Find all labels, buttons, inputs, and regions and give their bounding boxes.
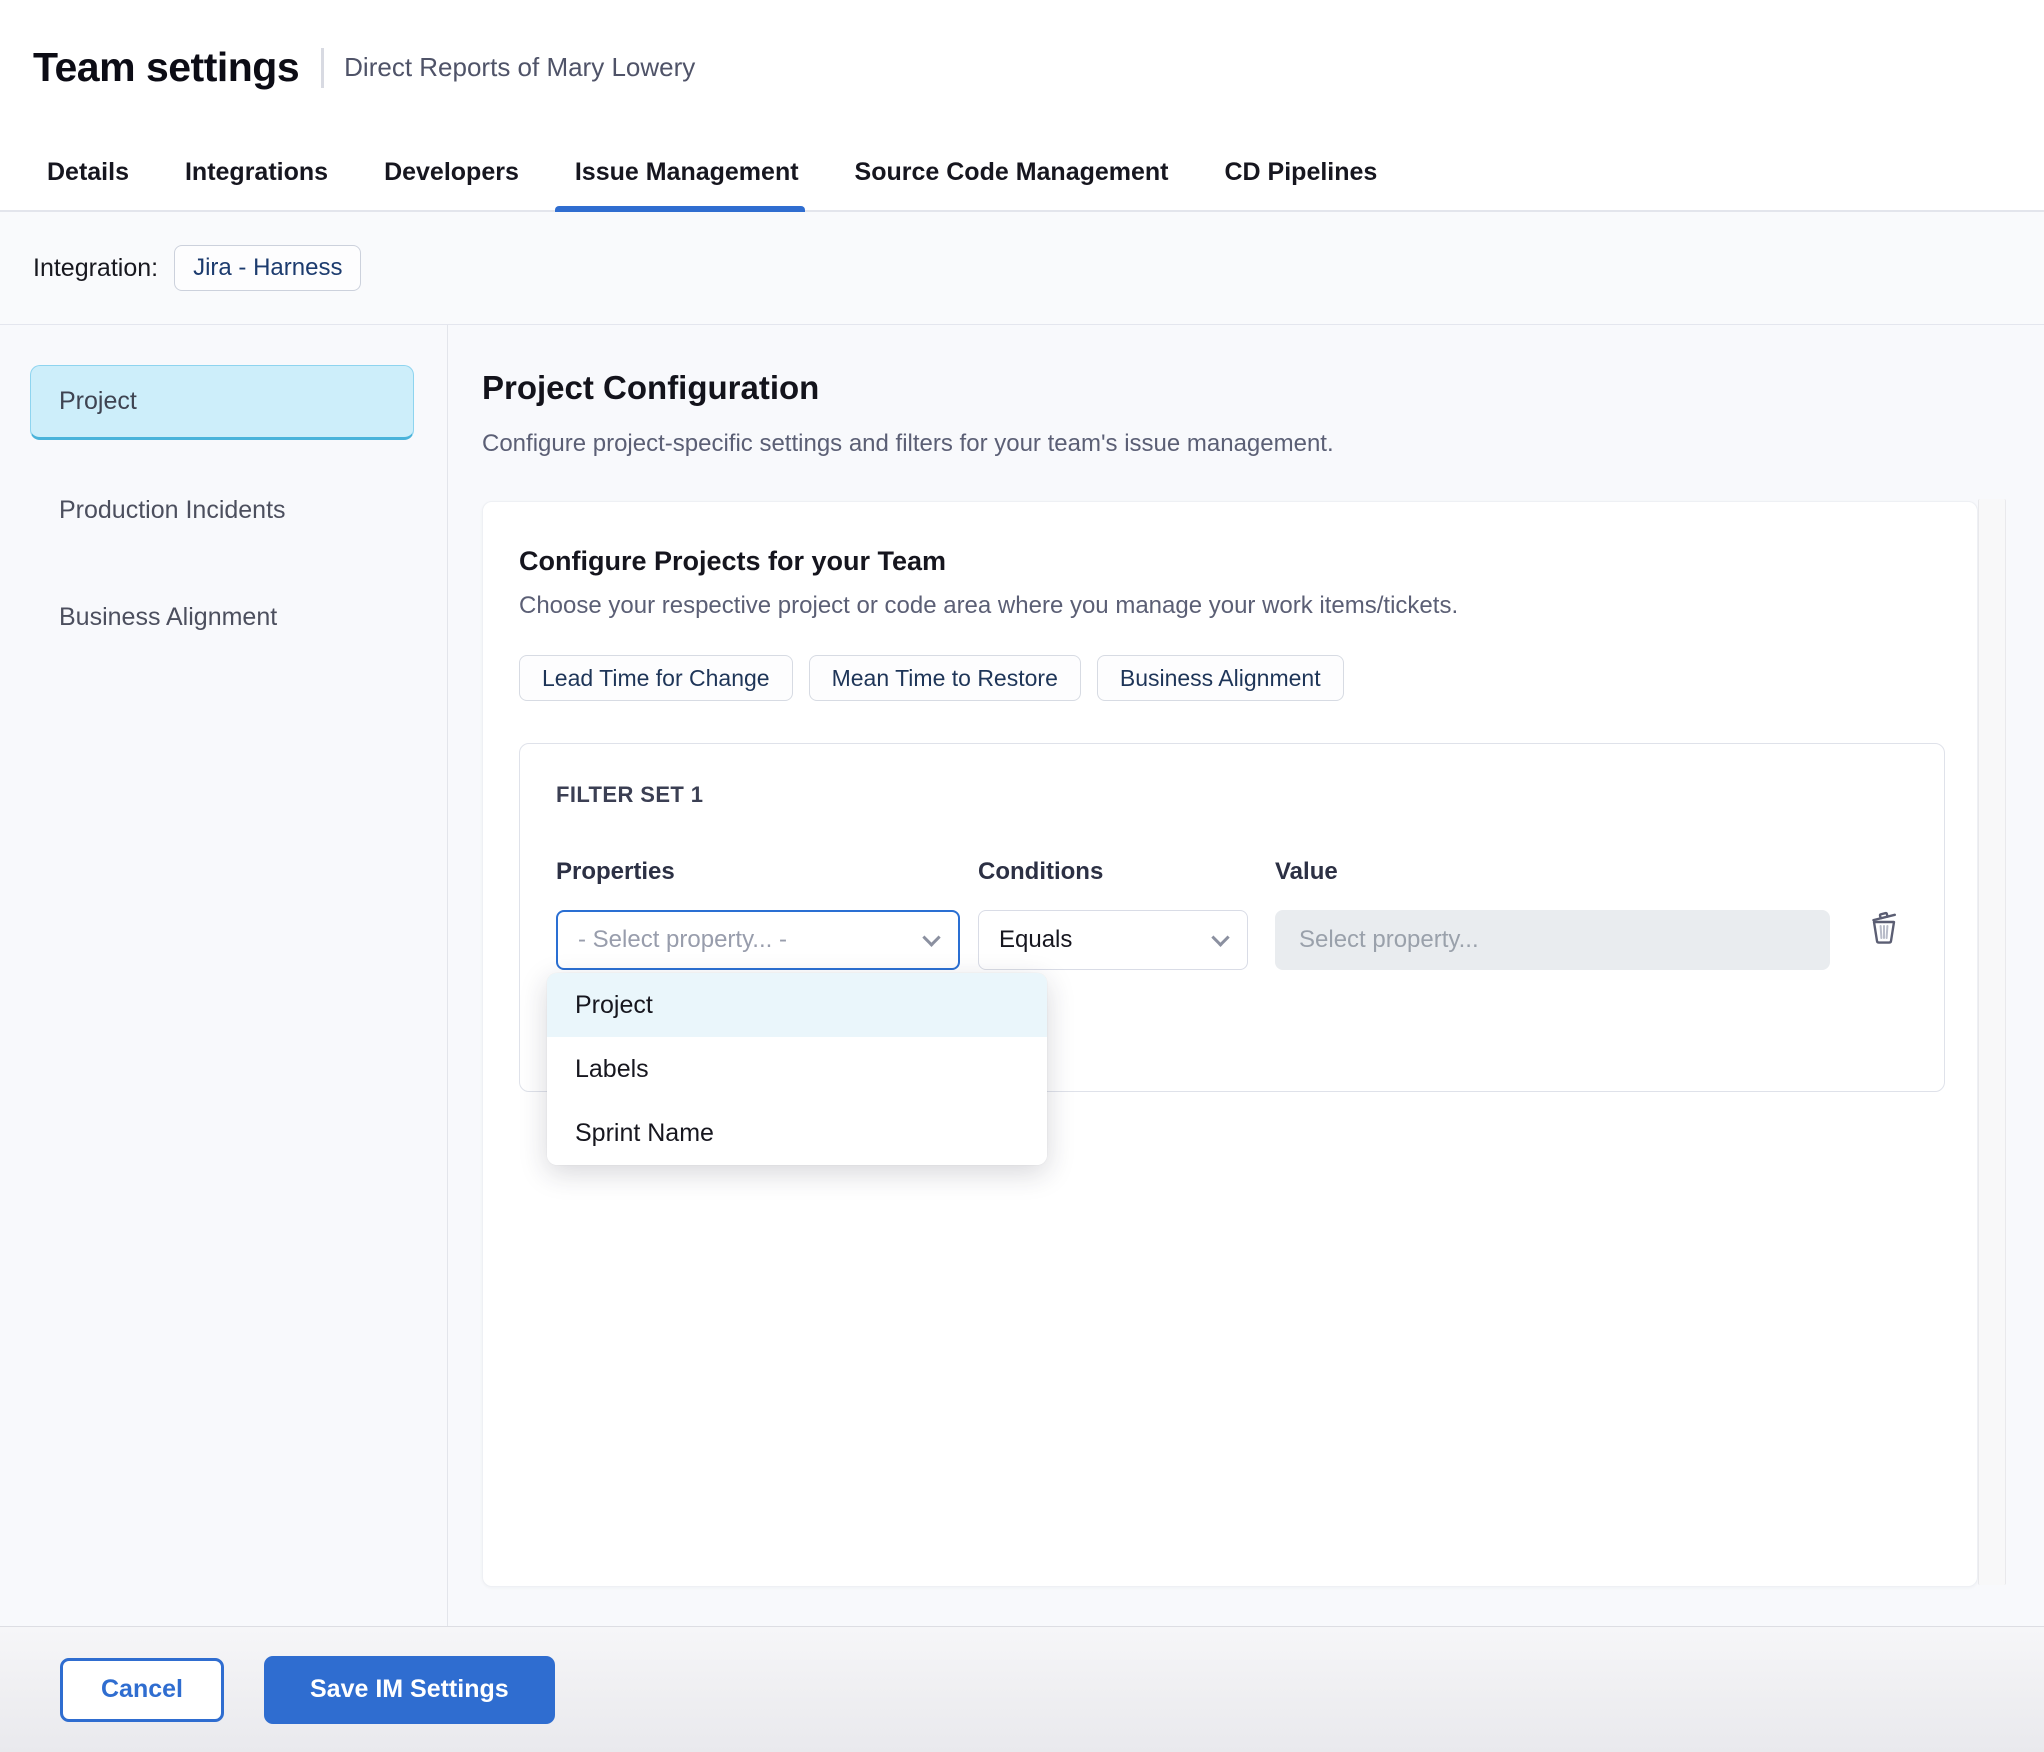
save-im-settings-button[interactable]: Save IM Settings bbox=[263, 1655, 555, 1724]
sidebar-item-project[interactable]: Project bbox=[30, 365, 414, 440]
page-title: Team settings bbox=[33, 44, 300, 90]
tab-cd-pipelines[interactable]: CD Pipelines bbox=[1223, 135, 1380, 210]
tab-developers[interactable]: Developers bbox=[382, 135, 521, 210]
metric-pills: Lead Time for Change Mean Time to Restor… bbox=[519, 655, 1941, 701]
section-description: Configure project-specific settings and … bbox=[482, 430, 1334, 457]
pill-business-alignment[interactable]: Business Alignment bbox=[1096, 655, 1344, 701]
conditions-column-label: Conditions bbox=[978, 858, 1104, 885]
property-dropdown: Project Labels Sprint Name bbox=[547, 973, 1047, 1165]
page-header: Team settings Direct Reports of Mary Low… bbox=[0, 0, 2044, 135]
condition-select-value: Equals bbox=[999, 926, 1073, 953]
pill-mean-time-to-restore[interactable]: Mean Time to Restore bbox=[808, 655, 1081, 701]
delete-filter-button[interactable] bbox=[1860, 904, 1908, 955]
dropdown-option-sprint-name[interactable]: Sprint Name bbox=[547, 1101, 1047, 1165]
cancel-button[interactable]: Cancel bbox=[60, 1657, 224, 1722]
tab-issue-management[interactable]: Issue Management bbox=[554, 135, 805, 212]
property-select-value: - Select property... - bbox=[578, 926, 787, 953]
dropdown-option-labels[interactable]: Labels bbox=[547, 1037, 1047, 1101]
card-title: Configure Projects for your Team bbox=[519, 546, 947, 576]
page-subtitle: Direct Reports of Mary Lowery bbox=[344, 52, 696, 82]
tab-integrations[interactable]: Integrations bbox=[183, 135, 330, 210]
integration-label: Integration: bbox=[33, 253, 159, 282]
tab-details[interactable]: Details bbox=[45, 135, 131, 210]
condition-select[interactable]: Equals bbox=[978, 910, 1248, 970]
section-title: Project Configuration bbox=[482, 369, 820, 406]
chevron-down-icon bbox=[922, 927, 941, 947]
value-column-label: Value bbox=[1275, 858, 1338, 885]
tab-source-code-management[interactable]: Source Code Management bbox=[853, 135, 1171, 210]
vertical-scrollbar[interactable] bbox=[1978, 499, 2006, 1585]
property-select[interactable]: - Select property... - bbox=[556, 910, 960, 970]
title-separator bbox=[321, 47, 325, 88]
pill-lead-time-for-change[interactable]: Lead Time for Change bbox=[519, 655, 793, 701]
filter-row: Properties - Select property... - Condit… bbox=[556, 858, 1908, 970]
sidebar-item-production-incidents[interactable]: Production Incidents bbox=[30, 474, 414, 547]
integration-chip[interactable]: Jira - Harness bbox=[174, 245, 362, 291]
sidebar-item-business-alignment[interactable]: Business Alignment bbox=[30, 581, 414, 654]
footer-action-bar: Cancel Save IM Settings bbox=[0, 1626, 2044, 1752]
trash-icon bbox=[1872, 911, 1896, 944]
filter-set-title: FILTER SET 1 bbox=[556, 782, 704, 807]
dropdown-option-project[interactable]: Project bbox=[547, 973, 1047, 1037]
integration-band: Integration: Jira - Harness bbox=[0, 212, 2044, 325]
main-panel: Project Configuration Configure project-… bbox=[448, 325, 2044, 1626]
settings-sidebar: Project Production Incidents Business Al… bbox=[0, 325, 448, 1626]
card-description: Choose your respective project or code a… bbox=[519, 592, 1459, 619]
content-area: Project Production Incidents Business Al… bbox=[0, 325, 2044, 1626]
tab-bar: Details Integrations Developers Issue Ma… bbox=[0, 135, 2044, 212]
value-input[interactable] bbox=[1275, 910, 1830, 970]
properties-column-label: Properties bbox=[556, 858, 675, 885]
chevron-down-icon bbox=[1211, 927, 1230, 947]
